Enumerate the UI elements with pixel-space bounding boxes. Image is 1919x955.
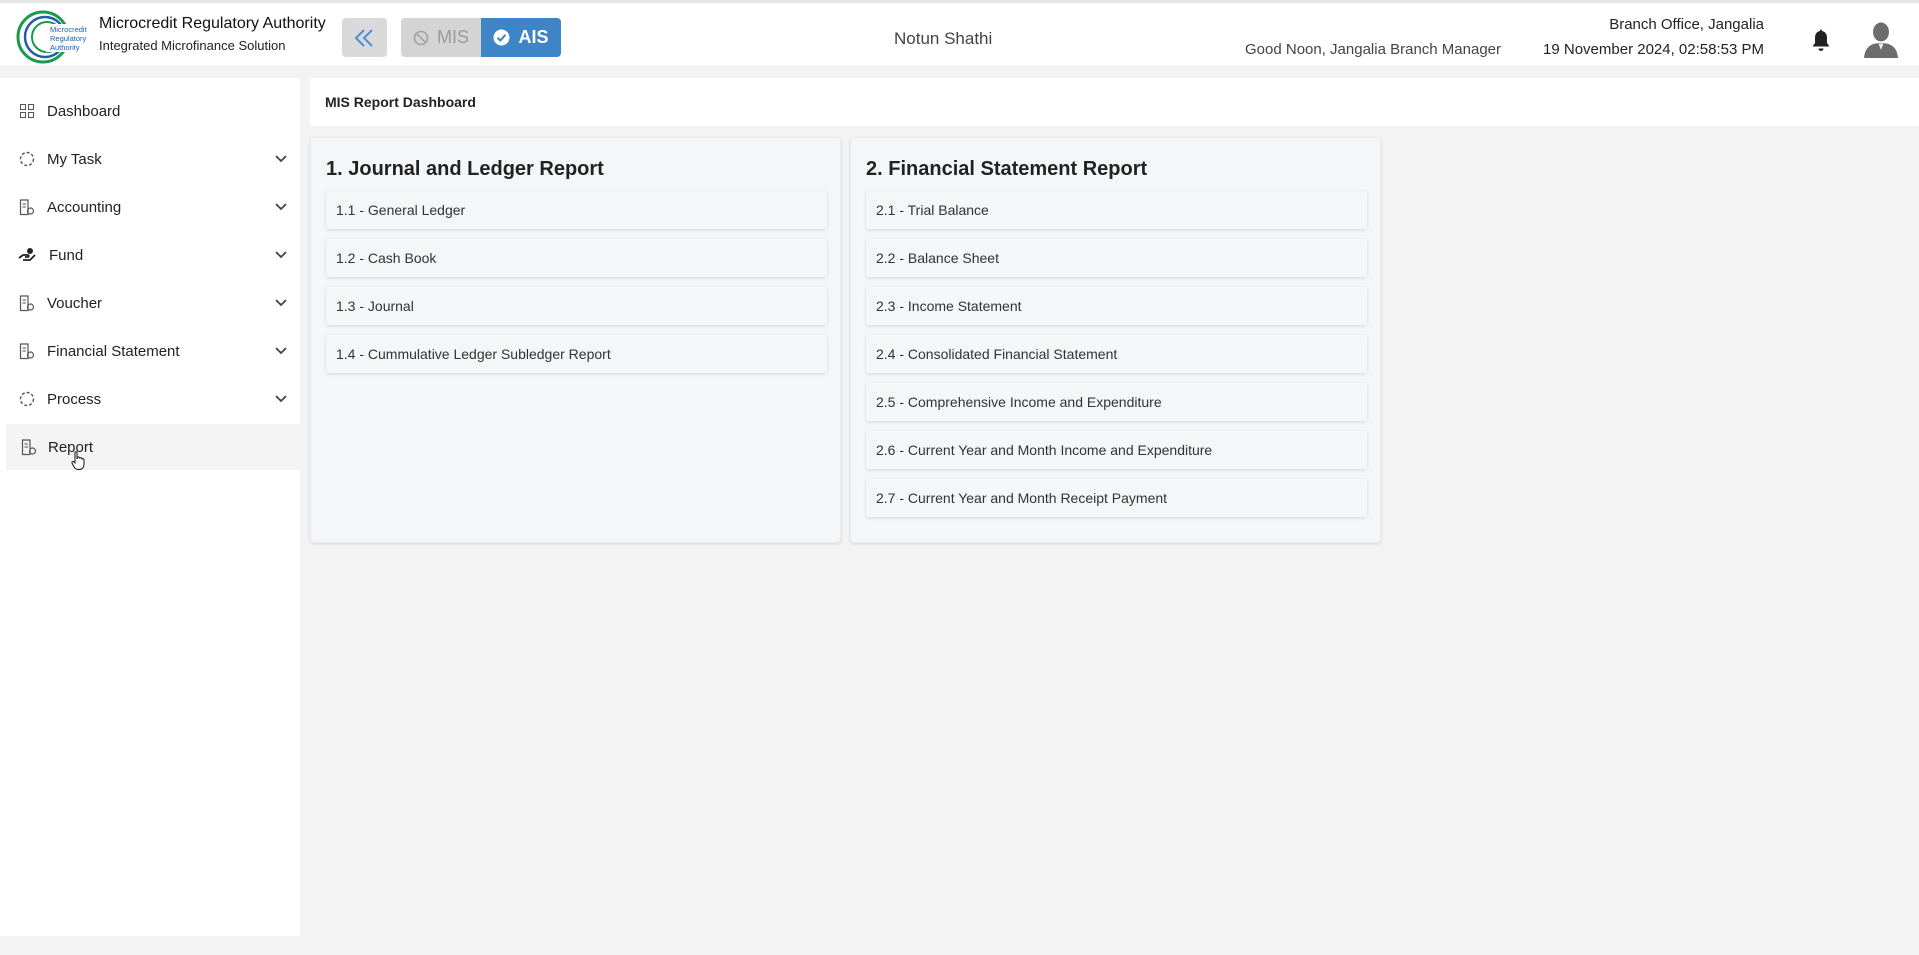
collapse-sidebar-button[interactable] <box>342 18 387 57</box>
mode-mis-label: MIS <box>436 27 469 47</box>
journal-ledger-report-card: 1. Journal and Ledger Report 1.1 - Gener… <box>310 137 841 543</box>
mode-ais-button[interactable]: AIS <box>481 18 561 57</box>
report-link-balance-sheet[interactable]: 2.2 - Balance Sheet <box>866 239 1367 277</box>
chevron-down-icon <box>275 203 287 211</box>
report-link-consolidated-financial-statement[interactable]: 2.4 - Consolidated Financial Statement <box>866 335 1367 373</box>
report-link-trial-balance[interactable]: 2.1 - Trial Balance <box>866 191 1367 229</box>
sidebar-item-label: Accounting <box>47 198 122 216</box>
sidebar-item-financial-statement[interactable]: Financial Statement <box>0 328 300 374</box>
sidebar-item-label: Fund <box>49 246 84 264</box>
report-link-current-year-month-income-expenditure[interactable]: 2.6 - Current Year and Month Income and … <box>866 431 1367 469</box>
user-greeting: Good Noon, Jangalia Branch Manager <box>1245 41 1501 58</box>
chevron-down-icon <box>275 251 287 259</box>
document-icon <box>18 342 36 360</box>
user-avatar-icon[interactable] <box>1863 20 1899 58</box>
sidebar-item-label: Dashboard <box>47 102 121 120</box>
hand-coin-icon <box>18 246 36 264</box>
check-circle-icon <box>493 29 510 46</box>
mode-toggle: MIS AIS <box>401 18 561 57</box>
financial-statement-report-card: 2. Financial Statement Report 2.1 - Tria… <box>850 137 1381 543</box>
sidebar-item-label: Process <box>47 390 102 408</box>
ban-icon <box>413 30 429 45</box>
mode-mis-button[interactable]: MIS <box>401 18 481 57</box>
chevron-down-icon <box>275 395 287 403</box>
chevron-down-icon <box>275 155 287 163</box>
org-subtitle: Integrated Microfinance Solution <box>99 38 286 53</box>
organization-name: Notun Shathi <box>894 29 993 48</box>
dashed-circle-icon <box>18 390 36 408</box>
sidebar-item-accounting[interactable]: Accounting <box>0 184 300 230</box>
org-title: Microcredit Regulatory Authority <box>99 15 326 32</box>
report-link-journal[interactable]: 1.3 - Journal <box>326 287 827 325</box>
svg-text:Microcredit: Microcredit <box>50 25 88 34</box>
sidebar-item-process[interactable]: Process <box>0 376 300 422</box>
double-chevron-left-icon <box>354 28 373 47</box>
branch-name: Branch Office, Jangalia <box>1609 16 1764 33</box>
report-link-comprehensive-income-expenditure[interactable]: 2.5 - Comprehensive Income and Expenditu… <box>866 383 1367 421</box>
document-icon <box>18 198 36 216</box>
card-title: 2. Financial Statement Report <box>866 158 1148 180</box>
hand-pointer-cursor-icon <box>71 451 85 470</box>
page-title: MIS Report Dashboard <box>325 94 476 110</box>
svg-text:Regulatory: Regulatory <box>50 34 87 43</box>
app-header: Microcredit Regulatory Authority Microcr… <box>0 0 1919 67</box>
chevron-down-icon <box>275 347 287 355</box>
card-title: 1. Journal and Ledger Report <box>326 158 604 180</box>
sidebar-item-label: My Task <box>47 150 102 168</box>
report-link-cash-book[interactable]: 1.2 - Cash Book <box>326 239 827 277</box>
report-link-general-ledger[interactable]: 1.1 - General Ledger <box>326 191 827 229</box>
mode-ais-label: AIS <box>518 27 549 47</box>
report-link-income-statement[interactable]: 2.3 - Income Statement <box>866 287 1367 325</box>
svg-text:Authority: Authority <box>50 43 80 52</box>
sidebar-item-voucher[interactable]: Voucher <box>0 280 300 326</box>
dashed-circle-icon <box>18 150 36 168</box>
sidebar-item-fund[interactable]: Fund <box>0 232 300 278</box>
document-icon <box>18 294 36 312</box>
sidebar: Dashboard My Task Accounting Fund Vouche… <box>0 78 300 936</box>
sidebar-item-label: Financial Statement <box>47 342 180 360</box>
sidebar-item-report[interactable]: Report <box>6 424 300 470</box>
sidebar-item-my-task[interactable]: My Task <box>0 136 300 182</box>
mra-logo: Microcredit Regulatory Authority <box>16 10 90 64</box>
grid-icon <box>18 102 36 120</box>
report-link-cumulative-ledger-subledger[interactable]: 1.4 - Cummulative Ledger Subledger Repor… <box>326 335 827 373</box>
chevron-down-icon <box>275 299 287 307</box>
current-datetime: 19 November 2024, 02:58:53 PM <box>1543 41 1764 58</box>
breadcrumb-bar: MIS Report Dashboard <box>310 78 1919 126</box>
sidebar-item-label: Voucher <box>47 294 103 312</box>
notification-bell-icon[interactable] <box>1810 29 1832 53</box>
sidebar-item-dashboard[interactable]: Dashboard <box>0 88 300 134</box>
report-link-current-year-month-receipt-payment[interactable]: 2.7 - Current Year and Month Receipt Pay… <box>866 479 1367 517</box>
document-icon <box>20 438 38 456</box>
